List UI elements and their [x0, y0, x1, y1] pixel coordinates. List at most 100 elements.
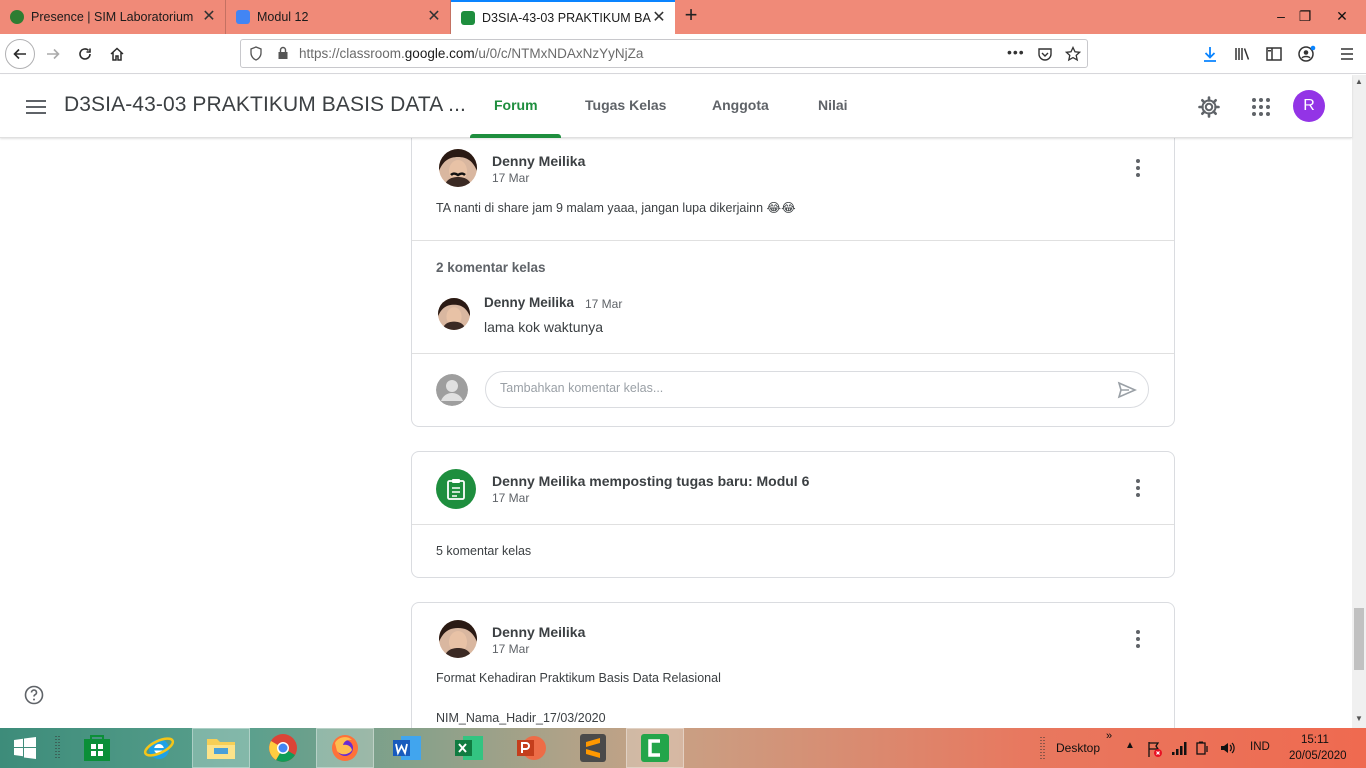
stream-content: Denny Meilika 17 Mar TA nanti di share j…	[0, 138, 1352, 728]
current-user-avatar	[436, 374, 468, 406]
class-comments-count[interactable]: 2 komentar kelas	[436, 260, 546, 275]
more-options-icon[interactable]	[1126, 627, 1150, 651]
tray-grip-icon	[1040, 737, 1045, 761]
new-tab-button[interactable]: +	[680, 4, 702, 27]
scrollbar-thumb[interactable]	[1354, 608, 1364, 670]
taskbar-chrome[interactable]	[254, 728, 312, 768]
clock-time[interactable]: 15:11	[1301, 734, 1329, 746]
taskbar-firefox[interactable]	[316, 728, 374, 768]
taskbar-powerpoint[interactable]	[502, 728, 560, 768]
back-button[interactable]	[5, 39, 35, 69]
assignment-card[interactable]: Denny Meilika memposting tugas baru: Mod…	[411, 451, 1175, 578]
comment-input-box[interactable]	[485, 371, 1149, 408]
google-apps-button[interactable]	[1247, 93, 1275, 121]
browser-tab-presence[interactable]: Presence | SIM Laboratorium ✕	[0, 0, 226, 34]
clock-date[interactable]: 20/05/2020	[1289, 750, 1347, 762]
taskbar-internet-explorer[interactable]	[130, 728, 188, 768]
word-icon	[393, 736, 421, 760]
maximize-button[interactable]: ❐	[1286, 0, 1324, 34]
library-icon[interactable]	[1233, 45, 1251, 63]
toolbar-expand-icon[interactable]: »	[1106, 730, 1112, 742]
taskbar-store[interactable]	[68, 728, 126, 768]
class-title[interactable]: D3SIA-43-03 PRAKTIKUM BASIS DATA ...	[64, 93, 466, 117]
show-hidden-icons-icon[interactable]: ▲	[1125, 740, 1135, 751]
home-icon	[110, 47, 124, 61]
forward-button[interactable]	[38, 39, 68, 69]
class-settings-button[interactable]	[1195, 93, 1223, 121]
home-button[interactable]	[102, 39, 132, 69]
clipboard-icon	[447, 479, 465, 500]
more-options-icon[interactable]	[1126, 476, 1150, 500]
powerpoint-icon	[517, 736, 546, 760]
taskbar-camtasia[interactable]	[626, 728, 684, 768]
network-signal-icon[interactable]	[1171, 740, 1189, 756]
url-path: /u/0/c/NTMxNDAxNzYyNjZa	[474, 46, 644, 61]
tab-anggota[interactable]: Anggota	[712, 97, 769, 113]
browser-tab-strip: Presence | SIM Laboratorium ✕ Modul 12 ✕…	[0, 0, 1366, 34]
user-avatar[interactable]: R	[1293, 90, 1325, 122]
post-author[interactable]: Denny Meilika	[492, 153, 585, 169]
url-bar[interactable]: https://classroom.google.com/u/0/c/NTMxN…	[240, 39, 1088, 68]
classroom-favicon-icon	[461, 11, 475, 25]
tab-forum[interactable]: Forum	[494, 97, 538, 113]
class-comments-count[interactable]: 5 komentar kelas	[436, 544, 531, 558]
url-text[interactable]: https://classroom.google.com/u/0/c/NTMxN…	[299, 46, 643, 61]
lock-icon[interactable]	[277, 46, 289, 60]
battery-icon[interactable]	[1195, 740, 1211, 756]
windows-logo-icon	[14, 737, 36, 759]
browser-tab-title: Modul 12	[257, 10, 309, 24]
action-center-flag-icon[interactable]	[1146, 740, 1164, 758]
task-view-button[interactable]	[50, 728, 66, 768]
help-icon[interactable]	[24, 685, 44, 705]
scroll-up-icon[interactable]: ▲	[1355, 77, 1363, 86]
main-menu-icon[interactable]	[22, 93, 50, 121]
volume-icon[interactable]	[1219, 740, 1235, 756]
hamburger-menu-icon[interactable]	[1339, 45, 1355, 63]
more-options-icon[interactable]	[1126, 156, 1150, 180]
author-avatar[interactable]	[439, 149, 477, 187]
divider	[412, 240, 1174, 241]
page-actions-menu-icon[interactable]: •••	[1007, 44, 1025, 60]
page-scrollbar[interactable]: ▲ ▼	[1352, 75, 1366, 728]
bookmark-star-icon[interactable]	[1065, 46, 1081, 62]
taskbar-word[interactable]	[378, 728, 436, 768]
author-avatar[interactable]	[439, 620, 477, 658]
browser-tab-classroom-active[interactable]: D3SIA-43-03 PRAKTIKUM BASIS ✕	[451, 0, 675, 34]
comment-input[interactable]	[500, 381, 1100, 395]
taskbar-file-explorer[interactable]	[192, 728, 250, 768]
comment-author[interactable]: Denny Meilika	[484, 295, 574, 310]
input-language-indicator[interactable]: IND	[1250, 741, 1270, 753]
tab-nilai[interactable]: Nilai	[818, 97, 848, 113]
store-icon	[84, 735, 110, 761]
post-author[interactable]: Denny Meilika	[492, 624, 585, 640]
browser-tab-modul12[interactable]: Modul 12 ✕	[226, 0, 451, 34]
commenter-avatar[interactable]	[438, 298, 470, 330]
taskbar-excel[interactable]	[440, 728, 498, 768]
start-button[interactable]	[0, 728, 50, 768]
windows-taskbar: Desktop » ▲ IND 15:11 20/05/2020	[0, 728, 1366, 768]
post-date[interactable]: 17 Mar	[492, 642, 529, 656]
assignment-title[interactable]: Denny Meilika memposting tugas baru: Mod…	[492, 473, 809, 489]
scroll-down-icon[interactable]: ▼	[1355, 714, 1363, 723]
pocket-icon[interactable]	[1037, 46, 1053, 62]
assignment-icon	[436, 469, 476, 509]
send-icon[interactable]	[1117, 381, 1137, 399]
close-tab-icon[interactable]: ✕	[651, 10, 667, 26]
close-tab-icon[interactable]: ✕	[426, 9, 442, 25]
internet-explorer-icon	[143, 737, 175, 759]
close-window-button[interactable]: ✕	[1322, 0, 1362, 34]
comment-date: 17 Mar	[585, 297, 623, 311]
desktop-toolbar-label[interactable]: Desktop	[1056, 741, 1100, 755]
account-icon[interactable]	[1297, 44, 1317, 64]
browser-navbar: https://classroom.google.com/u/0/c/NTMxN…	[0, 34, 1366, 74]
tab-tugas-kelas[interactable]: Tugas Kelas	[585, 97, 666, 113]
reload-button[interactable]	[70, 39, 100, 69]
camtasia-icon	[641, 734, 669, 762]
downloads-icon[interactable]	[1201, 45, 1219, 63]
shield-icon[interactable]	[249, 46, 263, 61]
taskbar-sublime-text[interactable]	[564, 728, 622, 768]
close-tab-icon[interactable]: ✕	[201, 9, 217, 25]
forward-arrow-icon	[47, 48, 60, 60]
post-date[interactable]: 17 Mar	[492, 171, 529, 185]
sidebar-icon[interactable]	[1265, 45, 1283, 63]
